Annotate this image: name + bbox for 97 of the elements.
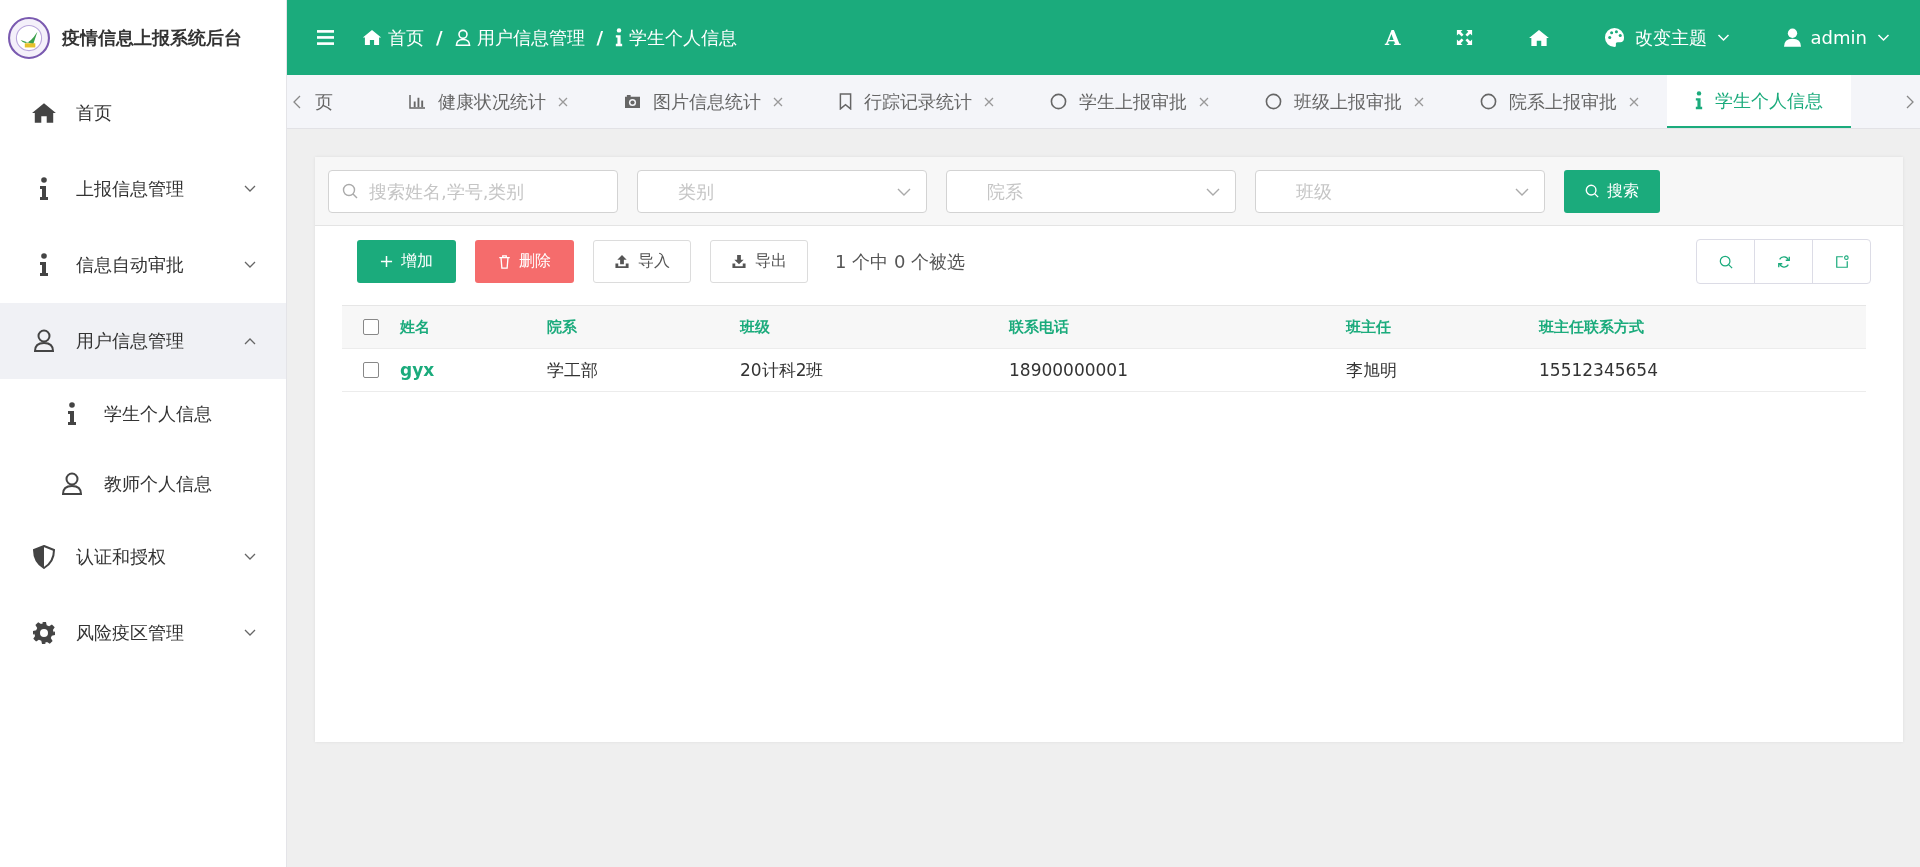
close-icon[interactable] xyxy=(1629,96,1639,107)
import-button[interactable]: 导入 xyxy=(593,240,691,283)
bookmark-icon xyxy=(839,93,852,110)
search-button[interactable]: 搜索 xyxy=(1564,169,1660,213)
bar-chart-icon xyxy=(409,94,426,109)
user-icon xyxy=(1783,28,1801,47)
user-menu[interactable]: admin xyxy=(1783,27,1890,48)
circle-icon xyxy=(1050,93,1067,110)
tab[interactable]: 学生个人信息 xyxy=(1667,75,1851,128)
add-button[interactable]: 增加 xyxy=(357,240,456,283)
table-cell: 李旭明 xyxy=(1346,358,1397,382)
app-title: 疫情信息上报系统后台 xyxy=(62,25,242,50)
close-icon[interactable] xyxy=(773,96,783,107)
table-cell: 学工部 xyxy=(547,358,598,382)
caret-down-icon xyxy=(897,187,911,196)
palette-icon xyxy=(1603,27,1625,48)
select-field[interactable]: 类别 xyxy=(637,169,927,213)
column-header: 院系 xyxy=(547,317,577,337)
tab[interactable]: 健康状况统计 xyxy=(381,75,596,128)
row-checkbox[interactable] xyxy=(363,362,379,378)
breadcrumb-separator: / xyxy=(596,27,604,48)
info-icon xyxy=(39,177,49,201)
trash-icon xyxy=(498,254,511,269)
home-icon xyxy=(362,29,382,46)
menu-icon[interactable] xyxy=(317,30,334,45)
circle-icon xyxy=(1265,93,1282,110)
sidebar-item[interactable]: 用户信息管理 xyxy=(0,303,286,379)
caret-down-icon xyxy=(244,185,256,193)
download-icon xyxy=(731,254,747,269)
scroll-left-icon[interactable] xyxy=(293,94,301,109)
upload-icon xyxy=(614,254,630,269)
search-icon xyxy=(342,182,358,199)
user-icon xyxy=(33,329,55,353)
caret-up-icon xyxy=(244,337,256,345)
tab[interactable]: 院系上报审批 xyxy=(1452,75,1667,128)
column-header: 姓名 xyxy=(400,317,430,337)
plus-icon xyxy=(380,255,393,268)
breadcrumb-link[interactable]: 学生个人信息 xyxy=(629,25,738,50)
sidebar-item[interactable]: 上报信息管理 xyxy=(0,151,286,227)
caret-down-icon xyxy=(1515,187,1529,196)
export-button[interactable]: 导出 xyxy=(710,240,808,283)
user-icon xyxy=(454,28,471,47)
info-icon xyxy=(615,28,624,47)
name-link[interactable]: gyx xyxy=(400,360,435,380)
tab[interactable]: 班级上报审批 xyxy=(1237,75,1452,128)
user-icon xyxy=(61,472,83,496)
home-icon[interactable] xyxy=(1527,28,1550,47)
tab[interactable]: 图片信息统计 xyxy=(596,75,811,128)
column-header: 班主任联系方式 xyxy=(1539,317,1644,337)
column-header: 联系电话 xyxy=(1009,317,1069,337)
tab[interactable]: 学生上报审批 xyxy=(1022,75,1237,128)
close-icon[interactable] xyxy=(558,96,568,107)
caret-down-icon xyxy=(1206,187,1220,196)
sidebar-item[interactable]: 认证和授权 xyxy=(0,519,286,595)
camera-icon xyxy=(624,94,641,109)
sidebar-subitem[interactable]: 教师个人信息 xyxy=(0,449,286,519)
close-icon[interactable] xyxy=(1199,96,1209,107)
logo-icon xyxy=(8,16,50,59)
search-icon xyxy=(1585,184,1599,198)
caret-down-icon xyxy=(244,553,256,561)
caret-down-icon xyxy=(1877,33,1890,42)
column-header: 班主任 xyxy=(1346,317,1391,337)
font-size-button[interactable]: A xyxy=(1385,25,1401,50)
select-all-checkbox[interactable] xyxy=(363,319,379,335)
table-cell: 18900000001 xyxy=(1009,360,1128,380)
scroll-right-icon[interactable] xyxy=(1906,94,1914,109)
close-icon[interactable] xyxy=(1414,96,1424,107)
info-icon xyxy=(39,253,49,277)
circle-icon xyxy=(1480,93,1497,110)
sidebar-subitem[interactable]: 学生个人信息 xyxy=(0,379,286,449)
table-cell: 15512345654 xyxy=(1539,360,1658,380)
shield-icon xyxy=(33,545,55,569)
select-field[interactable]: 院系 xyxy=(946,169,1236,213)
table-cell: 20计科2班 xyxy=(740,358,824,382)
column-header: 班级 xyxy=(740,317,770,337)
selection-count: 1 个中 0 个被选 xyxy=(835,249,966,274)
caret-down-icon xyxy=(244,629,256,637)
tab[interactable]: 页 xyxy=(307,75,381,128)
theme-menu[interactable]: 改变主题 xyxy=(1603,25,1730,50)
breadcrumb-link[interactable]: 用户信息管理 xyxy=(476,25,585,50)
close-icon[interactable] xyxy=(984,96,994,107)
caret-down-icon xyxy=(1716,33,1730,42)
sidebar-item[interactable]: 首页 xyxy=(0,75,286,151)
sidebar-item[interactable]: 信息自动审批 xyxy=(0,227,286,303)
caret-down-icon xyxy=(244,261,256,269)
home-icon xyxy=(31,102,57,124)
fullscreen-icon[interactable] xyxy=(1454,28,1474,47)
gear-icon xyxy=(32,621,56,645)
info-icon xyxy=(67,402,77,426)
breadcrumb-separator: / xyxy=(436,27,443,48)
info-icon xyxy=(1695,91,1703,110)
breadcrumb-link[interactable]: 首页 xyxy=(388,25,424,50)
search-field[interactable]: 搜索姓名,学号,类别 xyxy=(328,169,618,213)
sidebar-item[interactable]: 风险疫区管理 xyxy=(0,595,286,671)
delete-button[interactable]: 删除 xyxy=(475,240,574,283)
tab[interactable]: 行踪记录统计 xyxy=(811,75,1022,128)
select-field[interactable]: 班级 xyxy=(1255,169,1545,213)
